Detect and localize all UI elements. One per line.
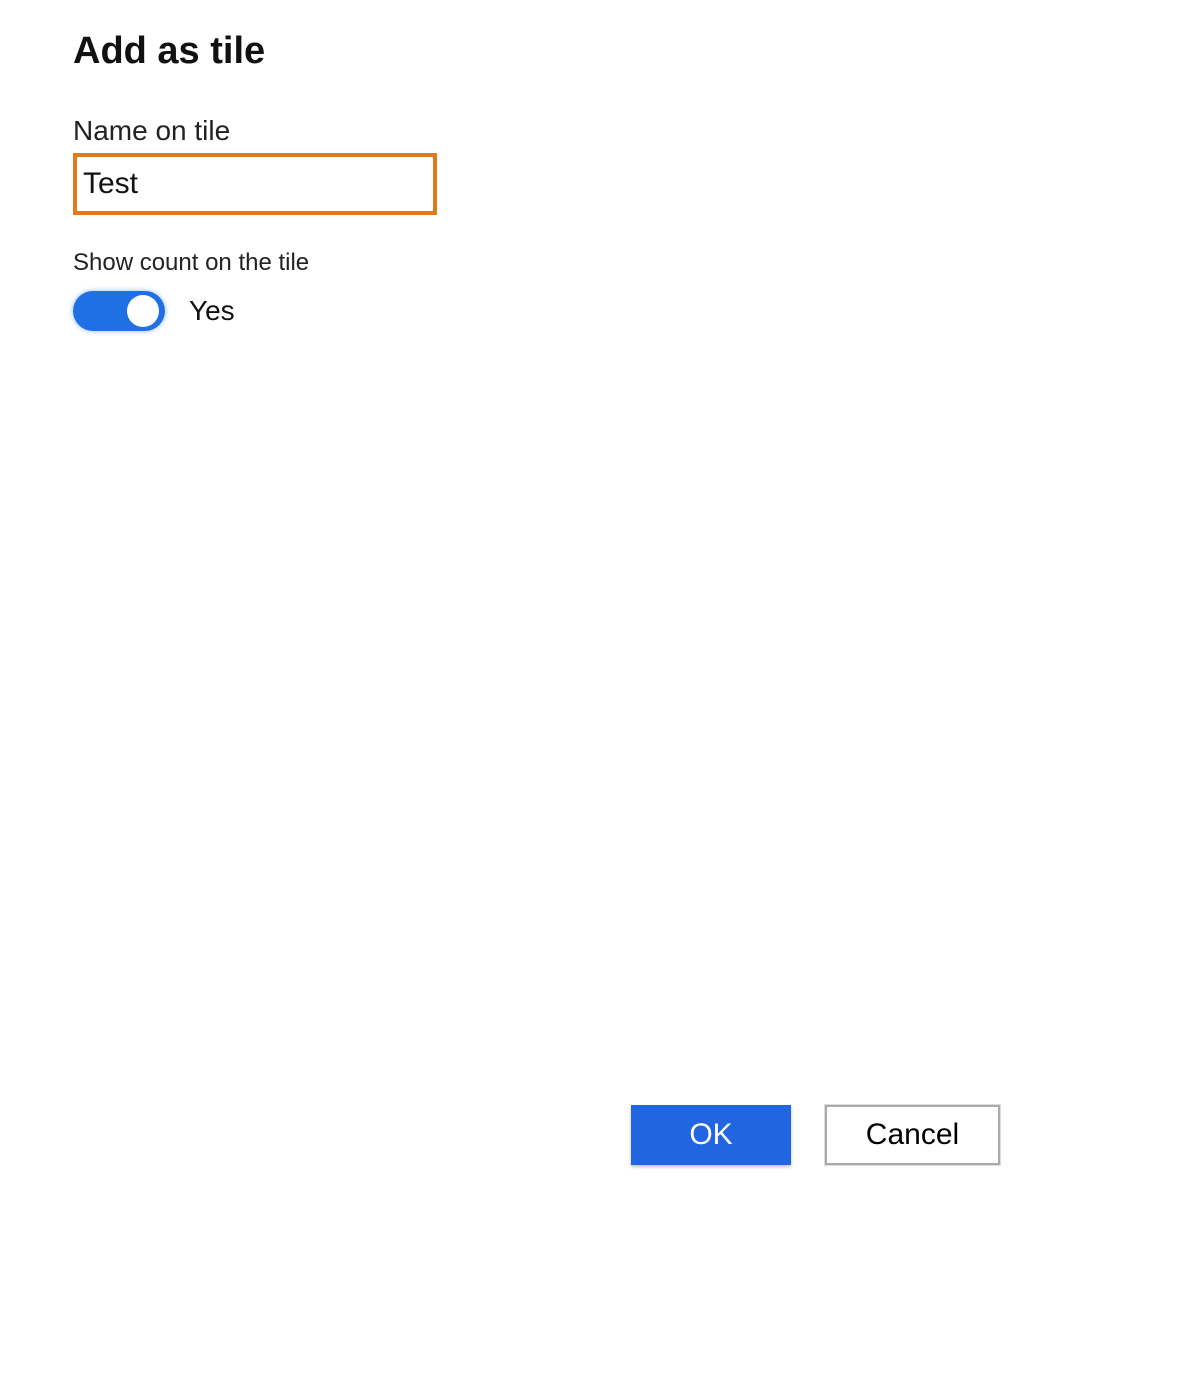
toggle-value-label: Yes <box>189 295 235 327</box>
toggle-knob-icon <box>127 295 159 327</box>
name-on-tile-label: Name on tile <box>73 115 1200 147</box>
dialog-title: Add as tile <box>73 30 1200 73</box>
show-count-label: Show count on the tile <box>73 249 1200 277</box>
cancel-button[interactable]: Cancel <box>825 1105 1000 1165</box>
show-count-toggle[interactable] <box>73 291 165 331</box>
ok-button[interactable]: OK <box>631 1105 791 1165</box>
name-on-tile-input[interactable] <box>73 153 437 215</box>
